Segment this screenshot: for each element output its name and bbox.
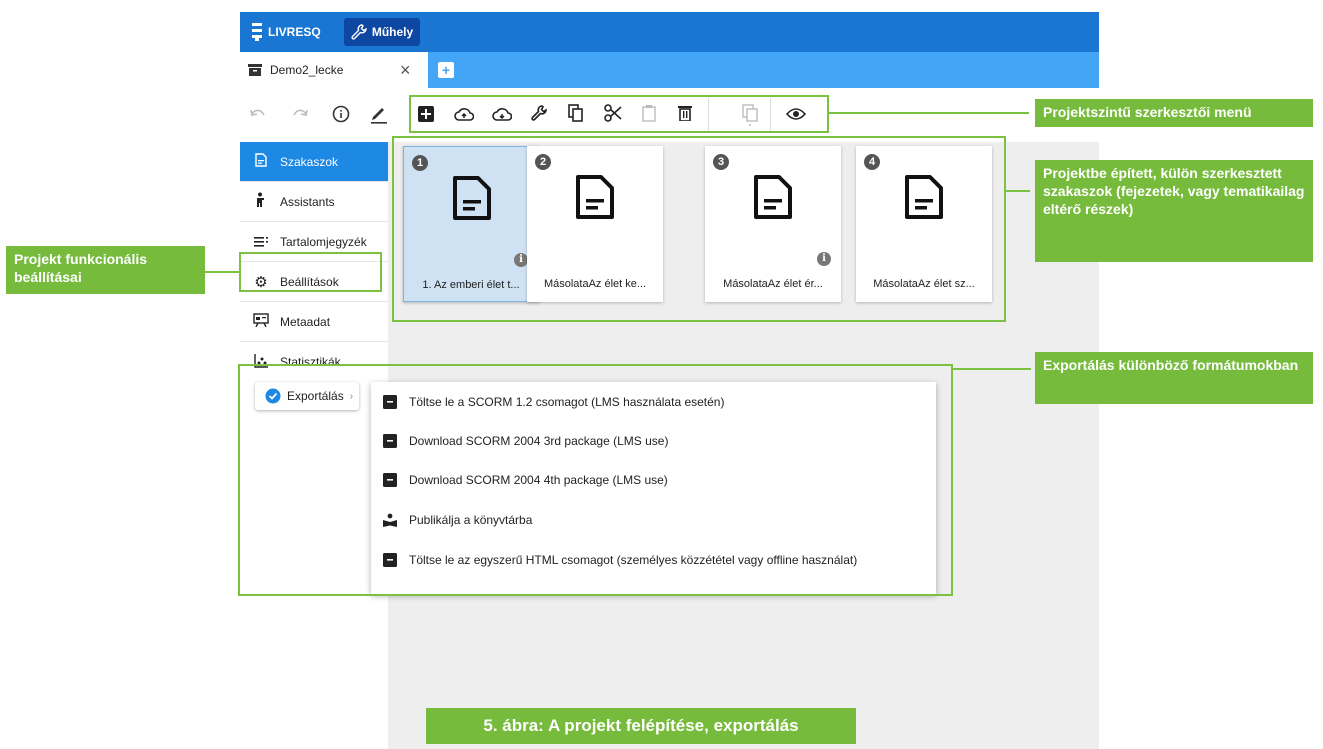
annotation-sections: Projektbe épített, külön szerkesztett sz… bbox=[1035, 160, 1313, 262]
archive-icon bbox=[248, 64, 262, 76]
list-icon bbox=[252, 234, 270, 250]
tab-bar: Demo2_lecke × + bbox=[240, 52, 1099, 88]
sidebar-item-label: Assistants bbox=[280, 194, 335, 209]
figure-caption: 5. ábra: A projekt felépítése, exportálá… bbox=[426, 708, 856, 744]
person-icon bbox=[252, 192, 270, 211]
logo-icon bbox=[252, 23, 262, 41]
wrench-icon bbox=[351, 24, 367, 40]
workshop-label: Műhely bbox=[371, 25, 414, 39]
annotation-connector bbox=[953, 368, 1031, 370]
redo-icon[interactable] bbox=[292, 108, 308, 122]
toolbar-highlight-box bbox=[409, 95, 829, 133]
logo-text: LIVRESQ bbox=[268, 25, 321, 39]
annotation-export: Exportálás különböző formátumokban bbox=[1035, 352, 1313, 404]
sidebar-item-label: Szakaszok bbox=[280, 154, 339, 169]
document-icon bbox=[252, 153, 270, 170]
tab-title: Demo2_lecke bbox=[270, 63, 344, 77]
settings-highlight-box bbox=[239, 252, 382, 292]
undo-icon[interactable] bbox=[250, 108, 266, 122]
sidebar-item-assistants[interactable]: Assistants bbox=[240, 182, 388, 222]
export-highlight-box bbox=[238, 364, 953, 596]
annotation-settings: Projekt funkcionális beállításai bbox=[6, 246, 205, 294]
sidebar-item-metadata[interactable]: Metaadat bbox=[240, 302, 388, 342]
sections-highlight-box bbox=[392, 136, 1006, 322]
close-icon[interactable]: × bbox=[400, 60, 411, 81]
annotation-connector bbox=[1006, 190, 1030, 192]
tab-project[interactable]: Demo2_lecke × bbox=[240, 52, 428, 88]
annotation-toolbar: Projektszintű szerkesztői menü bbox=[1035, 99, 1313, 127]
annotation-connector bbox=[829, 112, 1029, 114]
sidebar-item-label: Tartalomjegyzék bbox=[280, 234, 367, 249]
logo[interactable]: LIVRESQ bbox=[252, 20, 321, 44]
sidebar-item-label: Metaadat bbox=[280, 314, 331, 329]
add-tab-button[interactable]: + bbox=[438, 62, 454, 78]
edit-icon[interactable] bbox=[370, 104, 388, 124]
info-icon[interactable] bbox=[332, 105, 350, 123]
metadata-icon bbox=[252, 313, 270, 330]
workshop-button[interactable]: Műhely bbox=[344, 18, 420, 46]
top-bar: LIVRESQ Műhely bbox=[240, 12, 1099, 52]
annotation-connector bbox=[205, 271, 239, 273]
sidebar-item-sections[interactable]: Szakaszok bbox=[240, 142, 388, 182]
